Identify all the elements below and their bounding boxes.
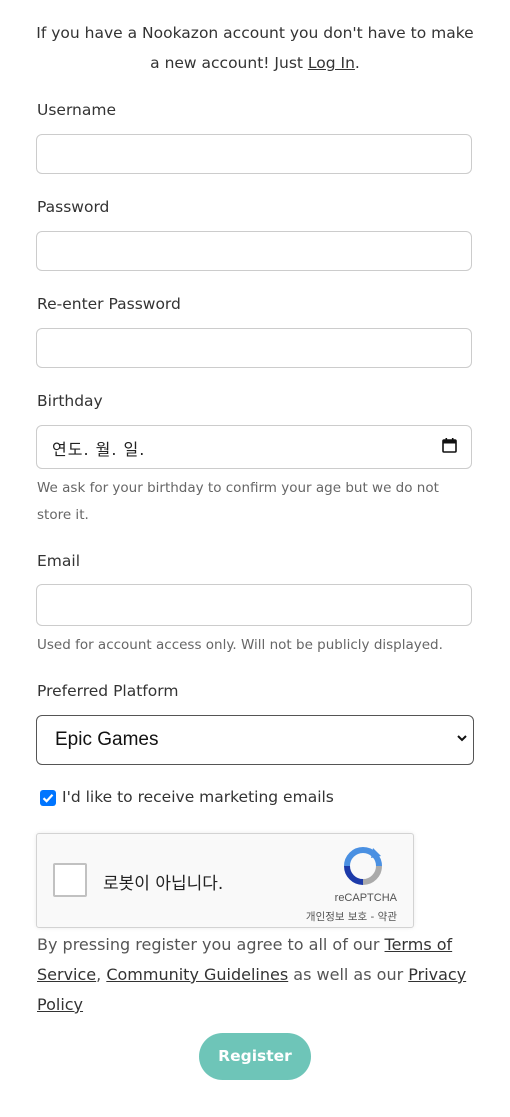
email-label: Email — [37, 552, 81, 570]
email-hint: Used for account access only. Will not b… — [37, 637, 443, 653]
recaptcha-label: 로봇이 아닙니다. — [103, 874, 224, 894]
community-guidelines-link[interactable]: Community Guidelines — [106, 965, 288, 984]
checkmark-icon — [42, 794, 54, 803]
platform-label: Preferred Platform — [37, 682, 179, 700]
platform-select[interactable]: Epic Games — [36, 715, 474, 765]
birthday-input[interactable]: 연도. 월. 일. — [36, 425, 472, 469]
intro-text-after: . — [354, 54, 360, 72]
register-button[interactable]: Register — [199, 1033, 311, 1080]
login-link[interactable]: Log In — [308, 54, 355, 72]
reenter-password-input[interactable] — [36, 328, 472, 368]
terms-prefix: By pressing register you agree to all of… — [37, 935, 385, 954]
reenter-password-label: Re-enter Password — [37, 295, 181, 313]
username-label: Username — [37, 101, 117, 119]
recaptcha-links[interactable]: 개인정보 보호 - 약관 — [306, 909, 397, 924]
recaptcha-brand: reCAPTCHA — [334, 892, 397, 904]
recaptcha-logo-icon — [344, 847, 382, 885]
birthday-hint: We ask for your birthday to confirm your… — [37, 480, 439, 523]
email-input[interactable] — [36, 584, 472, 626]
birthday-placeholder: 연도. 월. 일. — [52, 440, 146, 459]
platform-selected-value: Epic Games — [55, 729, 159, 750]
terms-separator: , — [96, 965, 107, 984]
recaptcha-checkbox[interactable] — [53, 863, 87, 897]
terms-middle: as well as our — [288, 965, 409, 984]
marketing-checkbox[interactable] — [40, 790, 56, 806]
username-input[interactable] — [36, 134, 472, 174]
password-label: Password — [37, 198, 110, 216]
recaptcha-widget: 로봇이 아닙니다. reCAPTCHA 개인정보 보호 - 약관 — [36, 833, 414, 928]
terms-notice: By pressing register you agree to all of… — [37, 930, 477, 1020]
chevron-down-icon — [457, 735, 467, 742]
calendar-icon[interactable] — [442, 438, 457, 453]
marketing-label: I'd like to receive marketing emails — [62, 788, 334, 806]
intro-text: If you have a Nookazon account you don't… — [30, 18, 480, 78]
birthday-label: Birthday — [37, 392, 103, 410]
password-input[interactable] — [36, 231, 472, 271]
intro-text-before: If you have a Nookazon account you don't… — [36, 24, 474, 72]
